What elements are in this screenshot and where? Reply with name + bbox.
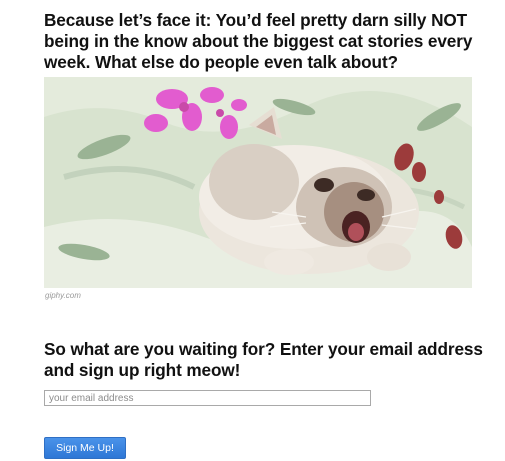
headline: Because let’s face it: You’d feel pretty… [44, 10, 473, 72]
email-input[interactable] [44, 390, 371, 406]
sign-up-button[interactable]: Sign Me Up! [44, 437, 126, 459]
gif-source-caption: giphy.com [45, 291, 81, 300]
cat-gif [44, 77, 472, 288]
cat-gif-image [44, 77, 472, 288]
signup-prompt: So what are you waiting for? Enter your … [44, 339, 483, 380]
